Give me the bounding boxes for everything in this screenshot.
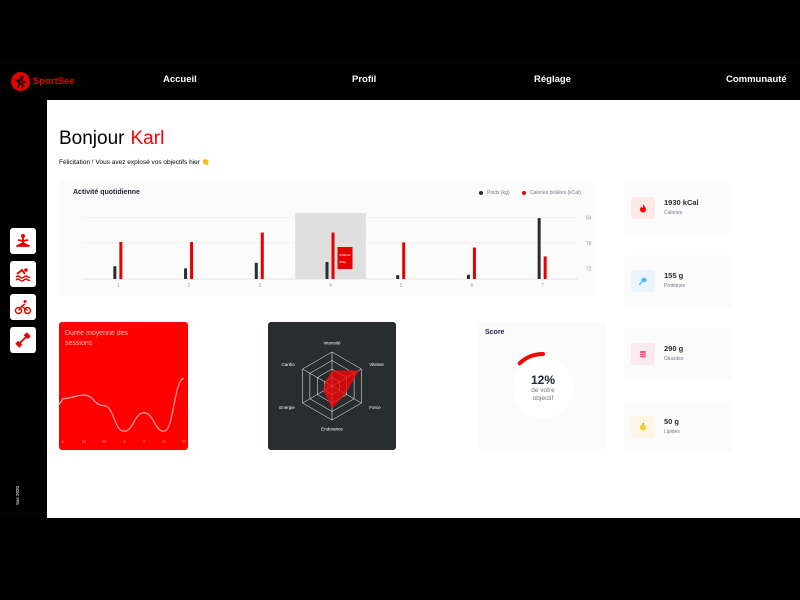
day-label: S	[162, 439, 165, 444]
top-navbar: SportSee Accueil Profil Réglage Communau…	[0, 60, 800, 100]
radar-axis-label: Energie	[279, 405, 295, 410]
calories-bar	[260, 232, 264, 279]
proteins-value: 155 g	[664, 271, 684, 280]
carbs-card: 290 g Glucides	[624, 328, 732, 380]
nav-profil[interactable]: Profil	[352, 74, 376, 85]
sidebar-cycling-button[interactable]	[10, 294, 36, 320]
x-tick-label: 5	[400, 283, 403, 289]
burger-icon	[631, 416, 655, 438]
weight-bar	[184, 268, 188, 279]
copyright: Sas 2020	[15, 485, 20, 505]
y-tick-label: 78	[586, 241, 592, 247]
y-tick-label: 72	[586, 266, 592, 272]
calories-bar	[472, 247, 476, 279]
proteins-label: Protéines	[664, 283, 686, 289]
weight-bar	[537, 218, 541, 279]
x-tick-label: 1	[117, 283, 120, 289]
calories-card: 1930 kCal Calories	[624, 182, 732, 234]
calories-bar	[543, 256, 547, 279]
dumbbell-icon	[15, 332, 31, 348]
congrats-message: Félicitation ! Vous avez explosé vos obj…	[59, 159, 210, 166]
x-tick-label: 6	[471, 283, 474, 289]
activity-bar-chart: 72 78 84 1 2 3 4 5 6 7 240Kcal 69kg	[83, 213, 592, 289]
apple-icon	[631, 343, 655, 365]
greeting: Bonjour Karl	[59, 128, 164, 150]
day-label: D	[182, 439, 186, 444]
day-label: V	[142, 439, 145, 444]
swimming-icon	[15, 268, 31, 282]
nav-accueil[interactable]: Accueil	[163, 74, 197, 85]
greeting-hello: Bonjour	[59, 128, 125, 149]
score-label-line1: de votre	[531, 387, 555, 394]
chicken-icon	[631, 270, 655, 292]
radar-area	[323, 370, 359, 409]
carbs-label: Glucides	[664, 356, 684, 362]
yoga-icon	[16, 234, 30, 247]
weight-bar	[254, 262, 258, 279]
performance-radar-chart: Intensité Vitesse Force Endurance Energie Car…	[279, 341, 384, 432]
sidebar-yoga-button[interactable]	[10, 228, 36, 254]
sidebar-swimming-button[interactable]	[10, 261, 36, 287]
day-label: L	[62, 439, 65, 444]
activity-tooltip	[337, 247, 353, 269]
score-center: 12% de votre objectif	[513, 358, 573, 418]
cycling-icon	[14, 300, 32, 315]
x-tick-label: 7	[541, 283, 544, 289]
sessions-line-chart: LMMJVSD	[59, 377, 186, 444]
calories-bar	[402, 242, 406, 279]
carbs-value: 290 g	[664, 344, 684, 353]
sidebar: Sas 2020	[0, 100, 47, 518]
sessions-line	[59, 377, 185, 432]
highlight-band	[295, 213, 366, 279]
sidebar-dumbbell-button[interactable]	[10, 327, 36, 353]
logo[interactable]: SportSee	[11, 72, 75, 91]
radar-axis-label: Force	[369, 405, 381, 410]
performance-radar-card: Intensité Vitesse Force Endurance Energie Car…	[268, 322, 396, 450]
weight-bar	[466, 274, 470, 279]
day-label: M	[102, 439, 106, 444]
lipids-label: Lipides	[664, 429, 680, 435]
x-tick-label: 4	[329, 283, 332, 289]
proteins-card: 155 g Protéines	[624, 255, 732, 307]
sessions-chart-card: Durée moyenne des sessions LMMJVSD	[59, 322, 188, 450]
user-name: Karl	[130, 128, 165, 149]
runner-icon	[11, 72, 30, 91]
weight-bar	[396, 275, 400, 279]
x-tick-label: 3	[258, 283, 261, 289]
x-tick-label: 2	[188, 283, 191, 289]
tooltip-weight: 69kg	[340, 260, 347, 264]
lipids-value: 50 g	[664, 417, 680, 426]
radar-axis-label: Intensité	[323, 341, 341, 346]
nav-communaute[interactable]: Communauté	[726, 74, 787, 85]
activity-chart-card: Activité quotidienne Poids (kg) Calories…	[59, 181, 593, 296]
day-label: M	[82, 439, 86, 444]
calories-bar	[190, 241, 194, 279]
tooltip-calories: 240Kcal	[340, 253, 351, 257]
nav-reglage[interactable]: Réglage	[534, 74, 571, 85]
fire-icon	[631, 197, 655, 219]
calories-label: Calories	[664, 210, 683, 216]
score-card: Score 12% de votre objectif	[477, 322, 606, 450]
calories-bar	[331, 232, 335, 279]
main-content: Bonjour Karl Félicitation ! Vous avez exp…	[47, 100, 800, 518]
calories-bar	[119, 241, 123, 279]
day-label: J	[123, 439, 125, 444]
brand-name: SportSee	[33, 76, 75, 87]
weight-bar	[113, 266, 117, 279]
weight-bar	[325, 261, 329, 279]
calories-value: 1930 kCal	[664, 198, 699, 207]
radar-axis-label: Vitesse	[369, 362, 384, 367]
score-label-line2: objectif	[532, 395, 554, 402]
lipids-card: 50 g Lipides	[624, 401, 732, 453]
score-percent: 12%	[530, 373, 556, 387]
radar-axis-label: Endurance	[321, 427, 343, 432]
y-tick-label: 84	[586, 215, 592, 221]
radar-axis-label: Cardio	[281, 362, 295, 367]
